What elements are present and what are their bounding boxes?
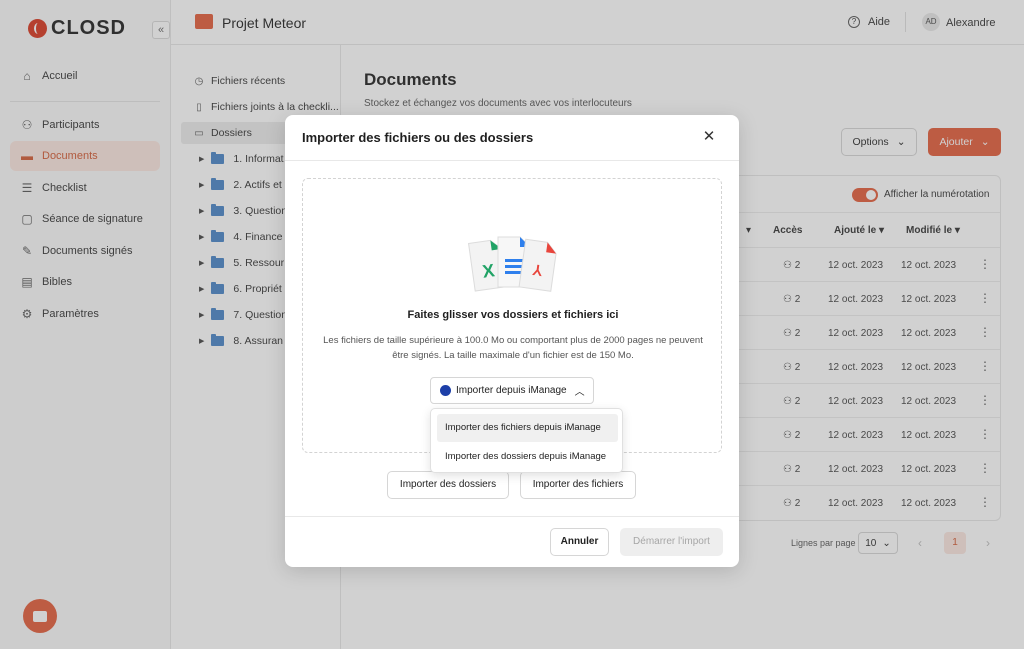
cancel-button[interactable]: Annuler — [550, 528, 609, 556]
start-import-button[interactable]: Démarrer l'import — [620, 528, 723, 556]
modal-title: Importer des fichiers ou des dossiers — [302, 130, 534, 145]
modal-divider — [285, 160, 739, 161]
close-icon[interactable]: ✕ — [699, 127, 719, 147]
modal-divider — [285, 516, 739, 517]
menu-item-import-folders-imanage[interactable]: Importer des dossiers depuis iManage — [437, 443, 618, 471]
menu-item-import-files-imanage[interactable]: Importer des fichiers depuis iManage — [437, 414, 618, 442]
import-modal: Importer des fichiers ou des dossiers ✕ … — [285, 115, 739, 567]
import-folders-button[interactable]: Importer des dossiers — [387, 471, 509, 499]
import-imanage-button[interactable]: Importer depuis iManage ︿ — [430, 377, 594, 404]
imanage-dropdown-menu: Importer des fichiers depuis iManage Imp… — [430, 408, 623, 473]
import-imanage-label: Importer depuis iManage — [456, 385, 567, 396]
import-files-button[interactable]: Importer des fichiers — [520, 471, 636, 499]
file-types-illustration: X ⅄ — [467, 236, 557, 292]
imanage-logo-icon — [440, 385, 451, 396]
chevron-up-icon: ︿ — [574, 387, 585, 398]
dropzone-title: Faites glisser vos dossiers et fichiers … — [407, 309, 619, 321]
dropzone-description: Les fichiers de taille supérieure à 100.… — [323, 335, 703, 361]
